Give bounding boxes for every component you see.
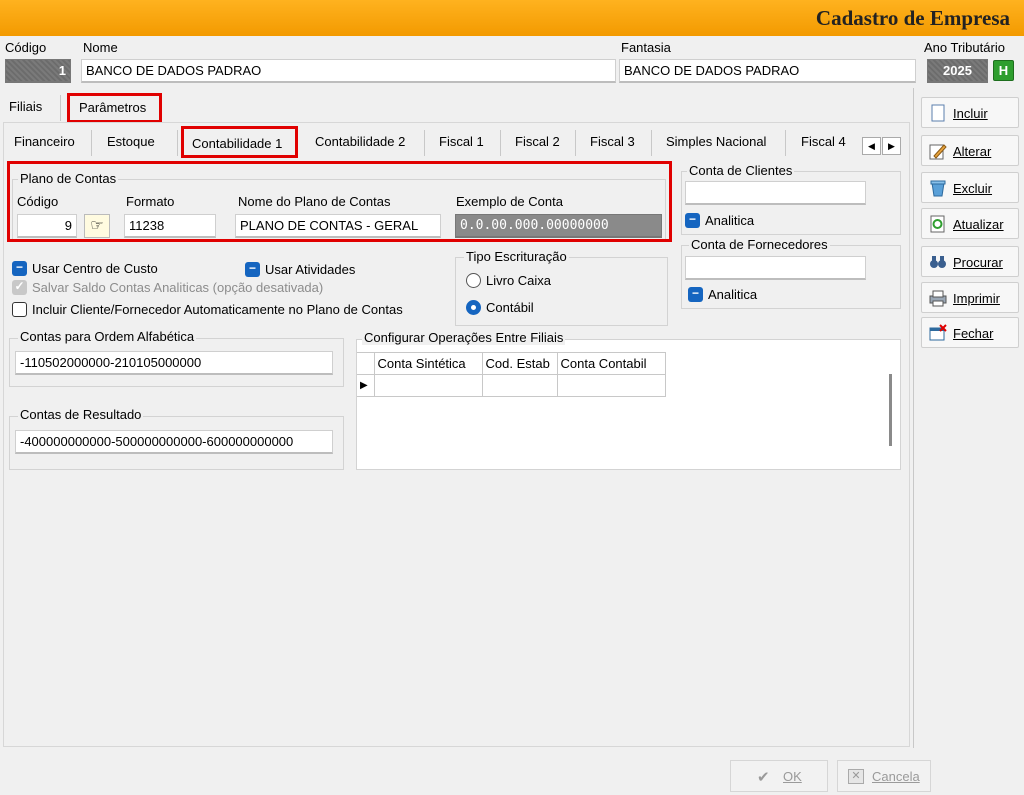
tab-fiscal-3[interactable]: Fiscal 3 — [590, 134, 635, 149]
tab-scroll-right-icon[interactable]: ▶ — [882, 137, 901, 155]
ordem-title: Contas para Ordem Alfabética — [18, 329, 197, 344]
fornecedores-title: Conta de Fornecedores — [689, 237, 830, 252]
excluir-button[interactable]: Excluir — [921, 172, 1019, 203]
contabil-radio[interactable] — [466, 300, 481, 315]
ordem-field[interactable]: -110502000000-210105000000 — [15, 351, 333, 375]
edit-pencil-icon — [929, 142, 947, 160]
centro-custo-label: Usar Centro de Custo — [32, 261, 158, 276]
atualizar-button[interactable]: Atualizar — [921, 208, 1019, 239]
clientes-analitica-checkbox[interactable]: − — [685, 213, 700, 228]
clientes-title: Conta de Clientes — [687, 163, 795, 178]
salvar-saldo-label: Salvar Saldo Contas Analiticas (opção de… — [32, 280, 324, 295]
alterar-button[interactable]: Alterar — [921, 135, 1019, 166]
ok-label: OK — [783, 769, 802, 784]
fornecedores-field[interactable] — [685, 256, 866, 280]
alterar-label: Alterar — [953, 144, 992, 159]
contabil-label: Contábil — [486, 300, 534, 315]
nome-field[interactable]: BANCO DE DADOS PADRAO — [81, 59, 616, 83]
resultado-title: Contas de Resultado — [18, 407, 144, 422]
livro-caixa-radio[interactable] — [466, 273, 481, 288]
tab-estoque[interactable]: Estoque — [107, 134, 155, 149]
centro-custo-checkbox[interactable]: − — [12, 261, 27, 276]
ano-label: Ano Tributário — [924, 40, 1005, 55]
imprimir-button[interactable]: Imprimir — [921, 282, 1019, 313]
table-cell[interactable] — [556, 374, 666, 397]
atividades-label: Usar Atividades — [265, 262, 356, 277]
livro-caixa-label: Livro Caixa — [486, 273, 552, 288]
close-window-icon — [929, 324, 947, 342]
col-conta-contabil[interactable]: Conta Contabil — [556, 352, 666, 375]
tab-fiscal-2[interactable]: Fiscal 2 — [515, 134, 560, 149]
ano-h-button[interactable]: H — [993, 60, 1014, 81]
fantasia-label: Fantasia — [621, 40, 671, 55]
nome-label: Nome — [83, 40, 118, 55]
atividades-checkbox[interactable]: − — [245, 262, 260, 277]
escrituracao-group — [455, 257, 668, 326]
tab-fiscal-1[interactable]: Fiscal 1 — [439, 134, 484, 149]
fantasia-field[interactable]: BANCO DE DADOS PADRAO — [619, 59, 916, 83]
new-document-icon — [929, 104, 947, 122]
salvar-saldo-checkbox: ✓ — [12, 280, 27, 295]
table-row[interactable]: ▶ — [357, 374, 666, 397]
codigo-label: Código — [5, 40, 47, 55]
col-cod-estab[interactable]: Cod. Estab — [481, 352, 558, 375]
cancel-label: Cancela — [872, 769, 920, 784]
tab-simples-nacional[interactable]: Simples Nacional — [666, 134, 766, 149]
check-icon: ✔ — [757, 769, 770, 786]
fornecedores-analitica-label: Analitica — [708, 287, 758, 302]
incluir-cliente-label: Incluir Cliente/Fornecedor Automaticamen… — [32, 302, 403, 317]
table-header-row: Conta Sintética Cod. Estab Conta Contabi… — [357, 352, 666, 375]
incluir-label: Incluir — [953, 106, 988, 121]
excluir-label: Excluir — [953, 181, 993, 196]
tab-contabilidade-2[interactable]: Contabilidade 2 — [315, 134, 405, 149]
table-cell[interactable] — [481, 374, 558, 397]
ok-button[interactable]: ✔ OK — [730, 760, 828, 792]
tab-filiais[interactable]: Filiais — [9, 99, 42, 114]
filiais-ops-table[interactable]: Conta Sintética Cod. Estab Conta Contabi… — [357, 352, 666, 397]
tab-financeiro[interactable]: Financeiro — [14, 134, 75, 149]
printer-icon — [929, 289, 947, 307]
table-scrollbar[interactable] — [889, 374, 892, 446]
procurar-button[interactable]: Procurar — [921, 246, 1019, 277]
incluir-button[interactable]: Incluir — [921, 97, 1019, 128]
binoculars-icon — [929, 253, 947, 271]
window-title: Cadastro de Empresa — [815, 6, 1010, 30]
fornecedores-analitica-checkbox[interactable]: − — [688, 287, 703, 302]
row-indicator-header — [357, 352, 375, 375]
tab-scroll-left-icon[interactable]: ◀ — [862, 137, 881, 155]
atualizar-label: Atualizar — [953, 217, 1004, 232]
table-cell[interactable] — [373, 374, 483, 397]
cancel-icon: ✕ — [848, 769, 864, 784]
escrituracao-title: Tipo Escrituração — [464, 249, 569, 264]
current-row-icon: ▶ — [357, 374, 375, 397]
fechar-button[interactable]: Fechar — [921, 317, 1019, 348]
cancel-button[interactable]: ✕ Cancela — [837, 760, 931, 792]
refresh-icon — [929, 215, 947, 233]
title-bar: Cadastro de Empresa — [0, 0, 1024, 36]
clientes-field[interactable] — [685, 181, 866, 205]
ano-field[interactable]: 2025 — [927, 59, 988, 83]
highlight-contabilidade-1 — [181, 126, 298, 158]
resultado-field[interactable]: -400000000000-500000000000-600000000000 — [15, 430, 333, 454]
tab-fiscal-4[interactable]: Fiscal 4 — [801, 134, 846, 149]
trash-icon — [929, 179, 947, 197]
side-divider — [913, 88, 914, 748]
col-conta-sintetica[interactable]: Conta Sintética — [373, 352, 483, 375]
procurar-label: Procurar — [953, 255, 1003, 270]
imprimir-label: Imprimir — [953, 291, 1000, 306]
filiais-ops-title: Configurar Operações Entre Filiais — [362, 330, 566, 345]
clientes-analitica-label: Analitica — [705, 213, 755, 228]
incluir-cliente-checkbox[interactable] — [12, 302, 27, 317]
highlight-parametros — [67, 93, 162, 123]
highlight-plano — [7, 161, 672, 242]
codigo-field[interactable]: 1 — [5, 59, 71, 83]
fechar-label: Fechar — [953, 326, 994, 341]
